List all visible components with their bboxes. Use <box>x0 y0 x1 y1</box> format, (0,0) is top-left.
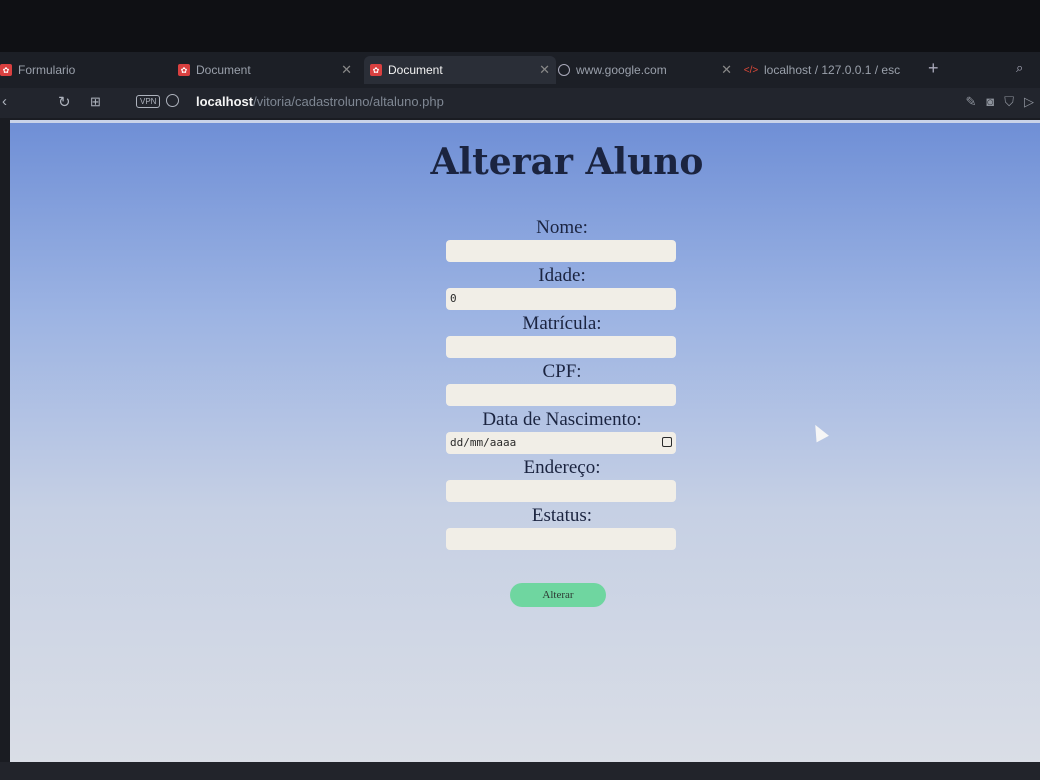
vpn-badge[interactable]: VPN <box>136 95 161 108</box>
field-estatus: Estatus: <box>442 503 682 551</box>
url-path: /vitoria/cadastroluno/altaluno.php <box>253 94 444 109</box>
field-endereco: Endereço: <box>442 455 682 503</box>
close-icon[interactable]: ✕ <box>715 62 738 78</box>
address-toolbar: ✎ ◙ ⛉ ▷ <box>965 94 1034 110</box>
field-matricula: Matrícula: <box>442 311 682 359</box>
tab-label: localhost / 127.0.0.1 / esc <box>764 63 901 77</box>
page-viewport: Alterar Aluno Nome: Idade: 0 Matrícula: … <box>10 120 1040 768</box>
field-cpf: CPF: <box>442 359 682 407</box>
tab-search-icon[interactable]: ⌕ <box>1016 60 1023 76</box>
tab-document-1[interactable]: ✿ Document ✕ <box>178 56 358 84</box>
xampp-icon: ✿ <box>370 64 382 76</box>
page-title: Alterar Aluno <box>430 141 704 183</box>
field-label: CPF: <box>542 361 582 382</box>
xampp-icon: ✿ <box>178 64 190 76</box>
calendar-icon[interactable] <box>662 437 672 447</box>
site-info-icon[interactable] <box>166 94 179 107</box>
matricula-input[interactable] <box>446 336 676 358</box>
data-nascimento-input[interactable]: dd/mm/aaaa <box>446 432 676 454</box>
tab-label: Document <box>388 63 443 77</box>
close-icon[interactable]: ✕ <box>335 62 358 78</box>
field-nome: Nome: <box>442 215 682 263</box>
field-label: Nome: <box>536 217 588 238</box>
monitor-bezel-top <box>0 0 1040 52</box>
field-idade: Idade: 0 <box>442 263 682 311</box>
alterar-button[interactable]: Alterar <box>510 583 606 607</box>
cpf-input[interactable] <box>446 384 676 406</box>
new-tab-plus-icon[interactable]: + <box>928 58 939 79</box>
idade-input[interactable]: 0 <box>446 288 676 310</box>
tab-document-active[interactable]: ✿ Document ✕ <box>364 56 556 84</box>
field-data-nascimento: Data de Nascimento: dd/mm/aaaa <box>442 407 682 455</box>
browser-tab-strip: ✿ Formulario ✿ Document ✕ ✿ Document ✕ w… <box>0 52 1040 88</box>
xampp-icon: ✿ <box>0 64 12 76</box>
estatus-input[interactable] <box>446 528 676 550</box>
endereco-input[interactable] <box>446 480 676 502</box>
field-label: Estatus: <box>531 505 593 526</box>
shield-icon[interactable]: ⛉ <box>1004 94 1014 110</box>
tab-google[interactable]: www.google.com ✕ <box>558 56 738 84</box>
field-label: Data de Nascimento: <box>482 409 642 430</box>
address-bar: ‹ ↻ ⊞ VPN localhost/vitoria/cadastroluno… <box>0 88 1040 118</box>
field-label: Matrícula: <box>522 313 602 334</box>
tab-phpmyadmin[interactable]: </> localhost / 127.0.0.1 / esc <box>744 56 914 84</box>
nome-input[interactable] <box>446 240 676 262</box>
close-icon[interactable]: ✕ <box>533 62 556 78</box>
back-arrow-icon[interactable]: ‹ <box>2 93 7 110</box>
edit-icon[interactable]: ✎ <box>965 94 976 110</box>
tab-formulario[interactable]: ✿ Formulario <box>0 56 170 84</box>
reload-icon[interactable]: ↻ <box>58 93 71 111</box>
alterar-aluno-form: Nome: Idade: 0 Matrícula: CPF: Data de N… <box>442 215 682 551</box>
taskbar-strip <box>0 762 1040 780</box>
camera-icon[interactable]: ◙ <box>986 94 994 110</box>
field-label: Endereço: <box>523 457 601 478</box>
tab-label: Formulario <box>18 63 76 77</box>
tab-label: Document <box>196 63 251 77</box>
date-input-wrapper: dd/mm/aaaa <box>442 432 682 454</box>
code-icon: </> <box>744 64 759 76</box>
tab-label: www.google.com <box>576 63 667 77</box>
send-icon[interactable]: ▷ <box>1024 94 1034 110</box>
globe-icon <box>558 64 570 76</box>
url-host: localhost <box>196 94 254 109</box>
tab-grid-icon[interactable]: ⊞ <box>90 94 101 110</box>
url-field[interactable]: localhost/vitoria/cadastroluno/altaluno.… <box>196 94 444 109</box>
field-label: Idade: <box>538 265 586 286</box>
